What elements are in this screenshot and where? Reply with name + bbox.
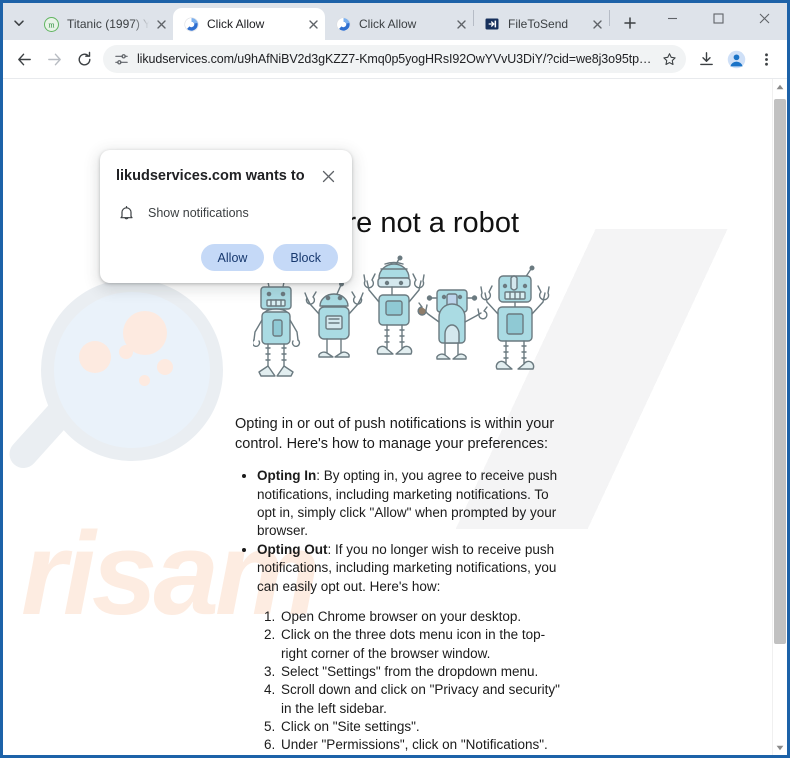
list-item: Scroll down and click on "Privacy and se… — [279, 681, 565, 718]
tab-close-icon[interactable] — [587, 14, 607, 34]
scroll-up-arrow-icon[interactable] — [773, 79, 787, 94]
browser-viewport: risam if you are not a robot Opting in o… — [3, 79, 787, 755]
dialog-title: likudservices.com wants to — [116, 168, 305, 184]
bell-icon — [116, 203, 136, 223]
three-dots-menu-icon[interactable] — [751, 44, 781, 74]
bullet-term: Opting Out — [257, 542, 328, 558]
download-icon[interactable] — [691, 44, 721, 74]
url-text: likudservices.com/u9hAfNiBV2d3gKZZ7-Kmq0… — [137, 52, 658, 66]
navy-folder-icon — [484, 16, 500, 32]
web-page: risam if you are not a robot Opting in o… — [3, 79, 772, 755]
tab-close-icon[interactable] — [451, 14, 471, 34]
list-item: Click on the three dots menu icon in the… — [279, 626, 565, 663]
tab-label: Click Allow — [207, 17, 265, 31]
dialog-actions: Allow Block — [116, 244, 338, 271]
options-bullet-list: Opting In: By opting in, you agree to re… — [257, 467, 565, 596]
tab-click-allow-active[interactable]: Click Allow — [173, 8, 325, 40]
profile-avatar-icon[interactable] — [721, 44, 751, 74]
list-item: Opting In: By opting in, you agree to re… — [257, 467, 565, 540]
close-icon[interactable] — [318, 166, 338, 186]
tab-strip: m Titanic (1997) YIFY - Click Allow — [3, 3, 787, 40]
notification-permission-dialog: likudservices.com wants to Show notifica… — [100, 150, 352, 283]
site-settings-tune-icon[interactable] — [111, 49, 131, 69]
list-item: Under "Permissions", click on "Notificat… — [279, 736, 565, 754]
allow-button[interactable]: Allow — [200, 244, 265, 271]
tab-titanic-1997-yify[interactable]: m Titanic (1997) YIFY - — [33, 8, 173, 40]
tab-label: FileToSend — [508, 17, 569, 31]
new-tab-plus-icon[interactable] — [616, 9, 644, 37]
tab-label: Titanic (1997) YIFY - — [67, 17, 149, 31]
list-item: Open Chrome browser on your desktop. — [279, 608, 565, 626]
tab-filetosend[interactable]: FileToSend — [474, 8, 609, 40]
list-item: Select "Settings" from the dropdown menu… — [279, 663, 565, 681]
block-button[interactable]: Block — [273, 244, 338, 271]
permission-label: Show notifications — [148, 206, 249, 220]
green-m-icon: m — [43, 16, 59, 32]
address-bar[interactable]: likudservices.com/u9hAfNiBV2d3gKZZ7-Kmq0… — [103, 45, 686, 73]
minimize-icon[interactable] — [649, 3, 695, 34]
intro-paragraph: Opting in or out of push notifications i… — [235, 416, 555, 453]
maximize-icon[interactable] — [695, 3, 741, 34]
list-item: Click on "Site settings". — [279, 718, 565, 736]
tab-click-allow-2[interactable]: Click Allow — [325, 8, 473, 40]
scrollbar-track[interactable] — [773, 94, 787, 740]
svg-text:m: m — [48, 20, 55, 29]
bullet-term: Opting In — [257, 468, 317, 484]
scroll-down-arrow-icon[interactable] — [773, 740, 787, 755]
tab-divider — [609, 10, 610, 26]
dialog-header: likudservices.com wants to — [116, 166, 338, 186]
opt-out-steps-list: Open Chrome browser on your desktop. Cli… — [279, 608, 565, 755]
tab-close-icon[interactable] — [303, 14, 323, 34]
scrollbar-thumb[interactable] — [774, 99, 786, 644]
vertical-scrollbar[interactable] — [772, 79, 787, 755]
list-item: Opting Out: If you no longer wish to rec… — [257, 541, 565, 596]
window-controls — [649, 3, 787, 40]
reload-icon[interactable] — [69, 44, 99, 74]
tab-close-icon[interactable] — [151, 14, 171, 34]
browser-window: m Titanic (1997) YIFY - Click Allow — [0, 0, 790, 758]
back-arrow-icon[interactable] — [9, 44, 39, 74]
browser-toolbar: likudservices.com/u9hAfNiBV2d3gKZZ7-Kmq0… — [3, 40, 787, 79]
blue-swirl-icon — [335, 16, 351, 32]
tab-search-chevron-down-icon[interactable] — [5, 8, 33, 38]
magnifying-glass-watermark-icon — [3, 279, 241, 479]
forward-arrow-icon[interactable] — [39, 44, 69, 74]
bookmark-star-icon[interactable] — [658, 48, 680, 70]
close-icon[interactable] — [741, 3, 787, 34]
tab-label: Click Allow — [359, 17, 417, 31]
permission-row: Show notifications — [116, 203, 338, 223]
blue-swirl-icon — [183, 16, 199, 32]
